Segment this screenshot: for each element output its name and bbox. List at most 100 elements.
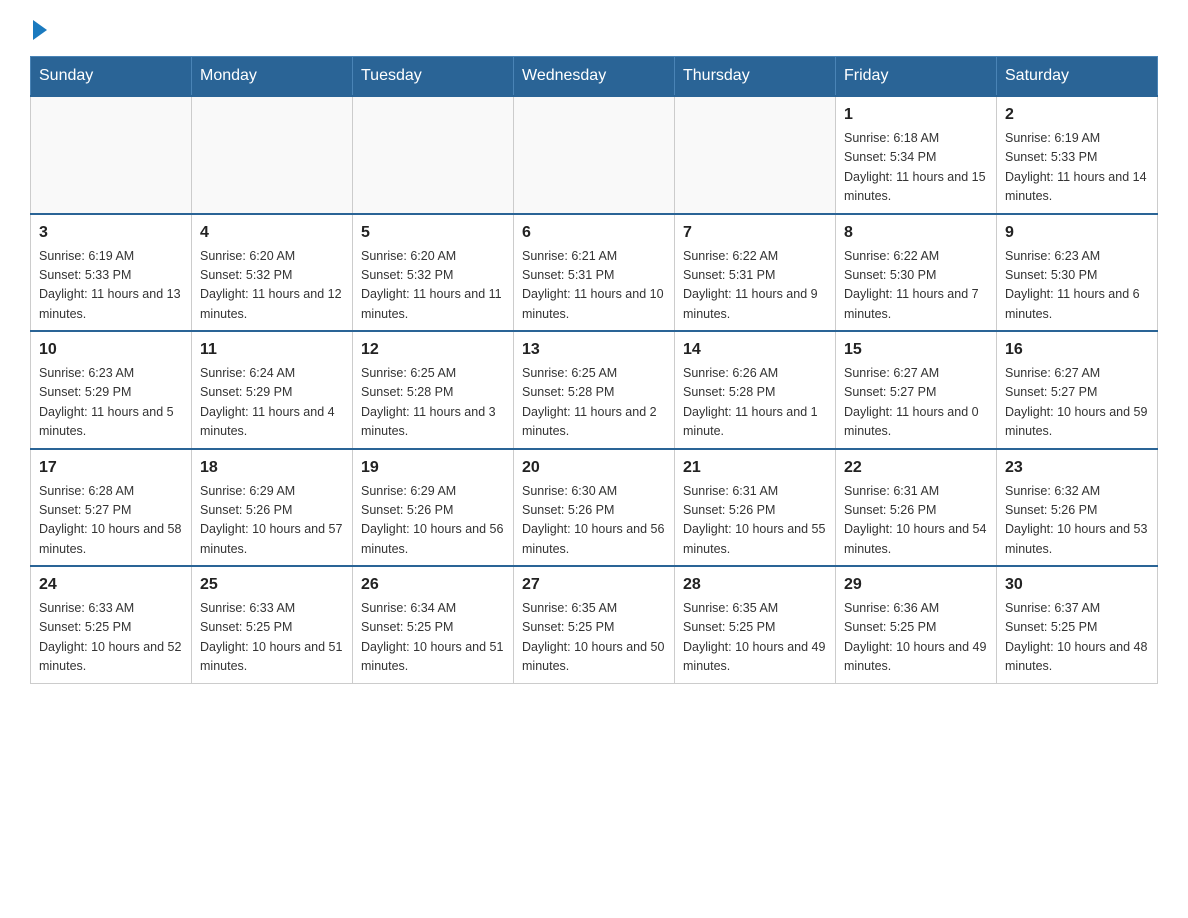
day-info: Sunrise: 6:27 AMSunset: 5:27 PMDaylight:… — [844, 364, 988, 442]
day-info: Sunrise: 6:19 AMSunset: 5:33 PMDaylight:… — [1005, 129, 1149, 207]
day-info: Sunrise: 6:33 AMSunset: 5:25 PMDaylight:… — [200, 599, 344, 677]
day-info: Sunrise: 6:30 AMSunset: 5:26 PMDaylight:… — [522, 482, 666, 560]
calendar-cell: 6Sunrise: 6:21 AMSunset: 5:31 PMDaylight… — [514, 214, 675, 332]
day-number: 16 — [1005, 338, 1149, 362]
day-info: Sunrise: 6:29 AMSunset: 5:26 PMDaylight:… — [361, 482, 505, 560]
day-number: 22 — [844, 456, 988, 480]
page-header — [30, 20, 1158, 36]
calendar-header: SundayMondayTuesdayWednesdayThursdayFrid… — [31, 57, 1158, 97]
calendar-cell: 24Sunrise: 6:33 AMSunset: 5:25 PMDayligh… — [31, 566, 192, 683]
calendar-cell: 28Sunrise: 6:35 AMSunset: 5:25 PMDayligh… — [675, 566, 836, 683]
day-info: Sunrise: 6:25 AMSunset: 5:28 PMDaylight:… — [522, 364, 666, 442]
day-info: Sunrise: 6:34 AMSunset: 5:25 PMDaylight:… — [361, 599, 505, 677]
day-number: 9 — [1005, 221, 1149, 245]
calendar-cell: 2Sunrise: 6:19 AMSunset: 5:33 PMDaylight… — [997, 96, 1158, 214]
day-info: Sunrise: 6:23 AMSunset: 5:29 PMDaylight:… — [39, 364, 183, 442]
day-number: 17 — [39, 456, 183, 480]
day-number: 3 — [39, 221, 183, 245]
calendar-cell: 19Sunrise: 6:29 AMSunset: 5:26 PMDayligh… — [353, 449, 514, 567]
day-info: Sunrise: 6:18 AMSunset: 5:34 PMDaylight:… — [844, 129, 988, 207]
calendar-cell: 7Sunrise: 6:22 AMSunset: 5:31 PMDaylight… — [675, 214, 836, 332]
calendar-week-3: 10Sunrise: 6:23 AMSunset: 5:29 PMDayligh… — [31, 331, 1158, 449]
day-info: Sunrise: 6:31 AMSunset: 5:26 PMDaylight:… — [683, 482, 827, 560]
calendar-week-1: 1Sunrise: 6:18 AMSunset: 5:34 PMDaylight… — [31, 96, 1158, 214]
day-info: Sunrise: 6:32 AMSunset: 5:26 PMDaylight:… — [1005, 482, 1149, 560]
day-info: Sunrise: 6:20 AMSunset: 5:32 PMDaylight:… — [200, 247, 344, 325]
calendar-cell: 17Sunrise: 6:28 AMSunset: 5:27 PMDayligh… — [31, 449, 192, 567]
day-number: 14 — [683, 338, 827, 362]
calendar-cell: 18Sunrise: 6:29 AMSunset: 5:26 PMDayligh… — [192, 449, 353, 567]
weekday-header-tuesday: Tuesday — [353, 57, 514, 97]
calendar-cell: 11Sunrise: 6:24 AMSunset: 5:29 PMDayligh… — [192, 331, 353, 449]
day-info: Sunrise: 6:31 AMSunset: 5:26 PMDaylight:… — [844, 482, 988, 560]
logo — [30, 20, 47, 36]
day-number: 18 — [200, 456, 344, 480]
calendar-cell: 3Sunrise: 6:19 AMSunset: 5:33 PMDaylight… — [31, 214, 192, 332]
weekday-header-friday: Friday — [836, 57, 997, 97]
day-number: 30 — [1005, 573, 1149, 597]
day-number: 19 — [361, 456, 505, 480]
calendar-table: SundayMondayTuesdayWednesdayThursdayFrid… — [30, 56, 1158, 684]
calendar-cell: 12Sunrise: 6:25 AMSunset: 5:28 PMDayligh… — [353, 331, 514, 449]
calendar-cell: 23Sunrise: 6:32 AMSunset: 5:26 PMDayligh… — [997, 449, 1158, 567]
day-info: Sunrise: 6:27 AMSunset: 5:27 PMDaylight:… — [1005, 364, 1149, 442]
calendar-week-5: 24Sunrise: 6:33 AMSunset: 5:25 PMDayligh… — [31, 566, 1158, 683]
day-info: Sunrise: 6:21 AMSunset: 5:31 PMDaylight:… — [522, 247, 666, 325]
day-info: Sunrise: 6:37 AMSunset: 5:25 PMDaylight:… — [1005, 599, 1149, 677]
day-info: Sunrise: 6:25 AMSunset: 5:28 PMDaylight:… — [361, 364, 505, 442]
calendar-cell: 30Sunrise: 6:37 AMSunset: 5:25 PMDayligh… — [997, 566, 1158, 683]
calendar-cell: 29Sunrise: 6:36 AMSunset: 5:25 PMDayligh… — [836, 566, 997, 683]
calendar-cell: 27Sunrise: 6:35 AMSunset: 5:25 PMDayligh… — [514, 566, 675, 683]
day-number: 27 — [522, 573, 666, 597]
calendar-cell: 15Sunrise: 6:27 AMSunset: 5:27 PMDayligh… — [836, 331, 997, 449]
calendar-week-4: 17Sunrise: 6:28 AMSunset: 5:27 PMDayligh… — [31, 449, 1158, 567]
day-number: 5 — [361, 221, 505, 245]
calendar-cell: 20Sunrise: 6:30 AMSunset: 5:26 PMDayligh… — [514, 449, 675, 567]
day-info: Sunrise: 6:36 AMSunset: 5:25 PMDaylight:… — [844, 599, 988, 677]
weekday-header-row: SundayMondayTuesdayWednesdayThursdayFrid… — [31, 57, 1158, 97]
calendar-cell: 14Sunrise: 6:26 AMSunset: 5:28 PMDayligh… — [675, 331, 836, 449]
day-number: 7 — [683, 221, 827, 245]
day-number: 24 — [39, 573, 183, 597]
day-info: Sunrise: 6:28 AMSunset: 5:27 PMDaylight:… — [39, 482, 183, 560]
day-info: Sunrise: 6:23 AMSunset: 5:30 PMDaylight:… — [1005, 247, 1149, 325]
calendar-cell: 5Sunrise: 6:20 AMSunset: 5:32 PMDaylight… — [353, 214, 514, 332]
day-number: 25 — [200, 573, 344, 597]
day-info: Sunrise: 6:29 AMSunset: 5:26 PMDaylight:… — [200, 482, 344, 560]
calendar-cell: 4Sunrise: 6:20 AMSunset: 5:32 PMDaylight… — [192, 214, 353, 332]
calendar-cell: 16Sunrise: 6:27 AMSunset: 5:27 PMDayligh… — [997, 331, 1158, 449]
calendar-cell — [675, 96, 836, 214]
day-number: 26 — [361, 573, 505, 597]
weekday-header-saturday: Saturday — [997, 57, 1158, 97]
calendar-cell — [31, 96, 192, 214]
day-info: Sunrise: 6:22 AMSunset: 5:30 PMDaylight:… — [844, 247, 988, 325]
day-number: 28 — [683, 573, 827, 597]
logo-arrow-icon — [33, 20, 47, 40]
day-number: 6 — [522, 221, 666, 245]
calendar-cell: 8Sunrise: 6:22 AMSunset: 5:30 PMDaylight… — [836, 214, 997, 332]
day-number: 11 — [200, 338, 344, 362]
weekday-header-thursday: Thursday — [675, 57, 836, 97]
day-info: Sunrise: 6:22 AMSunset: 5:31 PMDaylight:… — [683, 247, 827, 325]
day-info: Sunrise: 6:35 AMSunset: 5:25 PMDaylight:… — [683, 599, 827, 677]
weekday-header-monday: Monday — [192, 57, 353, 97]
calendar-cell: 21Sunrise: 6:31 AMSunset: 5:26 PMDayligh… — [675, 449, 836, 567]
calendar-cell — [192, 96, 353, 214]
day-number: 12 — [361, 338, 505, 362]
calendar-cell — [514, 96, 675, 214]
day-number: 15 — [844, 338, 988, 362]
day-number: 4 — [200, 221, 344, 245]
day-number: 23 — [1005, 456, 1149, 480]
calendar-body: 1Sunrise: 6:18 AMSunset: 5:34 PMDaylight… — [31, 96, 1158, 683]
calendar-cell: 9Sunrise: 6:23 AMSunset: 5:30 PMDaylight… — [997, 214, 1158, 332]
day-info: Sunrise: 6:35 AMSunset: 5:25 PMDaylight:… — [522, 599, 666, 677]
day-info: Sunrise: 6:19 AMSunset: 5:33 PMDaylight:… — [39, 247, 183, 325]
day-number: 1 — [844, 103, 988, 127]
calendar-cell: 13Sunrise: 6:25 AMSunset: 5:28 PMDayligh… — [514, 331, 675, 449]
day-info: Sunrise: 6:33 AMSunset: 5:25 PMDaylight:… — [39, 599, 183, 677]
day-number: 20 — [522, 456, 666, 480]
day-info: Sunrise: 6:20 AMSunset: 5:32 PMDaylight:… — [361, 247, 505, 325]
calendar-cell: 26Sunrise: 6:34 AMSunset: 5:25 PMDayligh… — [353, 566, 514, 683]
day-number: 21 — [683, 456, 827, 480]
weekday-header-sunday: Sunday — [31, 57, 192, 97]
